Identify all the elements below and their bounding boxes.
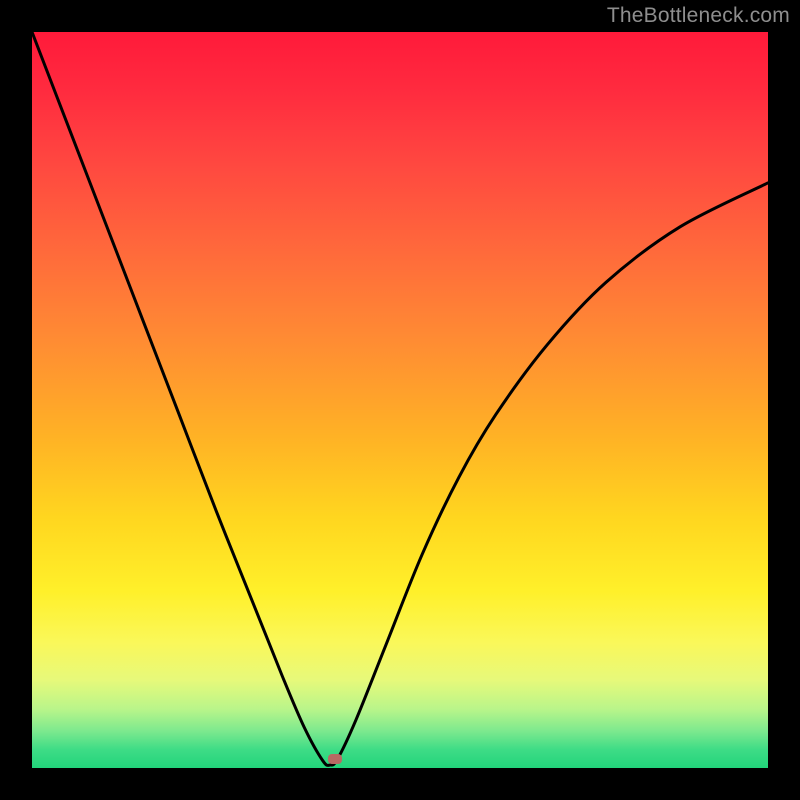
optimum-marker <box>328 754 342 764</box>
chart-frame: TheBottleneck.com <box>0 0 800 800</box>
bottleneck-curve <box>32 32 768 768</box>
watermark-text: TheBottleneck.com <box>607 4 790 28</box>
plot-area <box>32 32 768 768</box>
